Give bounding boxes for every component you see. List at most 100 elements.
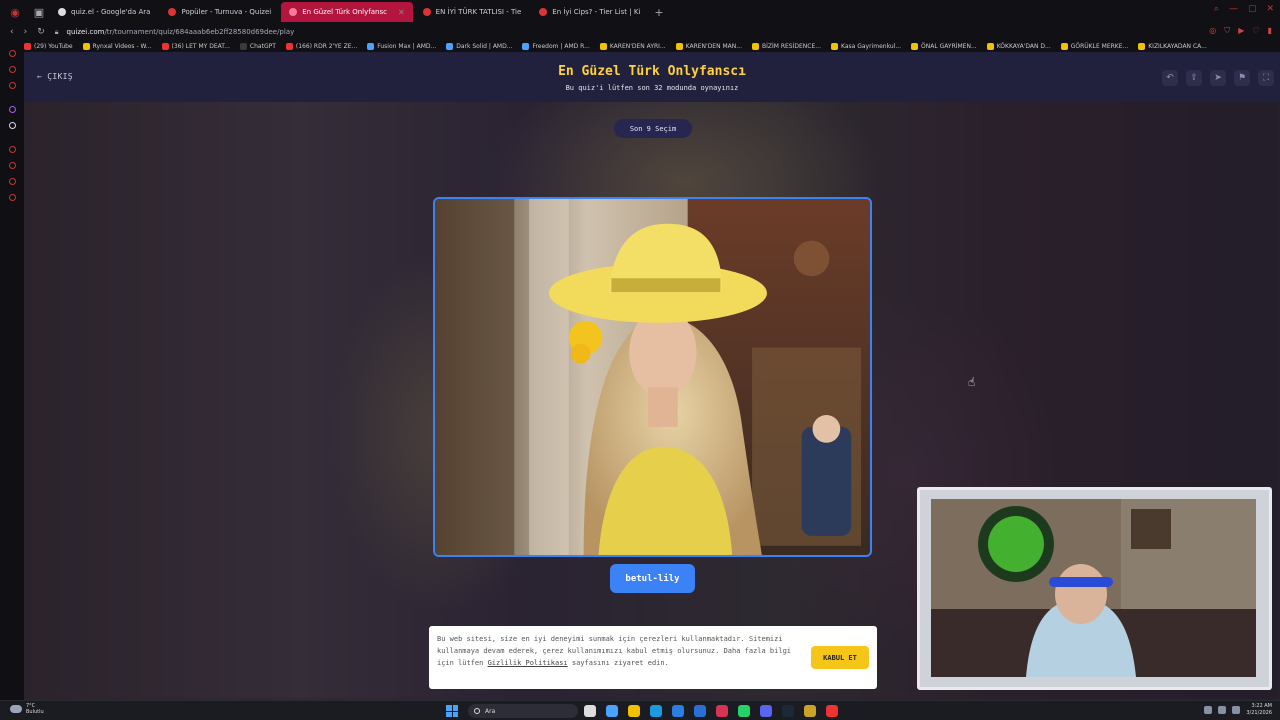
bookmarks-bar: (29) YouTube Rynxal Videos - W... (36) L… xyxy=(24,40,1280,52)
new-tab-button[interactable]: + xyxy=(654,6,663,19)
quizei-favicon-icon xyxy=(168,8,177,16)
reload-icon[interactable]: ↻ xyxy=(37,27,45,37)
copilot-icon[interactable] xyxy=(606,705,618,717)
lock-icon: 🔒︎ xyxy=(54,27,59,36)
edge-icon[interactable] xyxy=(650,705,662,717)
file-explorer-icon[interactable] xyxy=(628,705,640,717)
wifi-icon[interactable] xyxy=(1218,706,1227,714)
sidebar-app-icon[interactable] xyxy=(9,82,16,89)
sidebar-app-icon[interactable] xyxy=(9,178,16,185)
bookmark-item[interactable]: KIZILKAYADAN CA... xyxy=(1138,42,1207,50)
bookmark-favicon-icon xyxy=(911,42,919,50)
back-nav-icon[interactable]: ‹ xyxy=(10,27,14,37)
bookmark-item[interactable]: (29) YouTube xyxy=(24,42,73,50)
mail-icon[interactable] xyxy=(694,705,706,717)
tab-cips[interactable]: En İyi Cips? - Tier List | Ki xyxy=(531,2,648,22)
volume-icon[interactable] xyxy=(1232,706,1241,714)
app-icon[interactable] xyxy=(826,705,838,717)
app-icon[interactable] xyxy=(804,705,816,717)
privacy-policy-link[interactable]: Gizlilik Politikası xyxy=(488,659,568,667)
tray-chevron-icon[interactable] xyxy=(1204,706,1213,714)
task-view-icon[interactable] xyxy=(584,705,596,717)
contestant-name-button[interactable]: betul-lily xyxy=(610,564,695,593)
tab-tatli[interactable]: EN İYİ TÜRK TATLISI - Tie xyxy=(415,2,530,22)
bookmark-item[interactable]: ÖNAL GAYRİMEN... xyxy=(911,42,977,50)
bookmark-item[interactable]: KAREN'DEN AYRI... xyxy=(599,42,666,50)
x-icon[interactable] xyxy=(9,122,16,129)
search-tabs-icon[interactable]: ⌕ xyxy=(1214,4,1219,14)
system-tray: 3:22 AM 3/21/2026 xyxy=(1204,703,1272,717)
play-icon[interactable]: ▶ xyxy=(1238,26,1244,36)
minimize-icon[interactable]: — xyxy=(1229,4,1238,14)
browser-sidebar xyxy=(0,40,24,700)
camera-icon[interactable]: ◎ xyxy=(1209,26,1216,36)
forward-nav-icon[interactable]: › xyxy=(24,27,28,37)
accept-cookies-button[interactable]: KABUL ET xyxy=(811,646,869,669)
taskbar-search[interactable]: Ara xyxy=(468,704,578,718)
header-actions: ↶ ⇪ ➤ ⚑ ⛶ xyxy=(1162,70,1274,86)
bookmark-item[interactable]: Fusion Max | AMD... xyxy=(367,42,436,50)
send-icon[interactable]: ➤ xyxy=(1210,70,1226,86)
browser-tab-bar: ◉ ▣ quiz.el - Google'da Ara Popüler - Tu… xyxy=(0,0,1280,24)
shield-icon[interactable]: ⛉ xyxy=(1224,26,1230,36)
store-icon[interactable] xyxy=(672,705,684,717)
close-tab-icon[interactable]: ✕ xyxy=(398,8,405,17)
bookmark-item[interactable]: (166) RDR 2'YE ZE... xyxy=(285,42,357,50)
heart-icon[interactable]: ♡ xyxy=(1252,26,1259,36)
bookmark-item[interactable]: ChatGPT xyxy=(239,42,276,50)
bookmark-item[interactable]: Rynxal Videos - W... xyxy=(82,42,152,50)
weather-widget[interactable]: 7°C Bulutlu xyxy=(10,703,44,715)
steam-icon[interactable] xyxy=(782,705,794,717)
settings-icon[interactable] xyxy=(9,194,16,201)
tab-populer[interactable]: Popüler - Turnuva - Quizei xyxy=(160,2,279,22)
bookmark-item[interactable]: Freedom | AMD R... xyxy=(522,42,590,50)
wallet-icon[interactable]: ▮ xyxy=(1268,26,1272,36)
bookmark-item[interactable]: GÖRÜKLE MERKE... xyxy=(1060,42,1128,50)
windows-start-icon[interactable] xyxy=(446,705,458,717)
maximize-icon[interactable]: ▢ xyxy=(1248,4,1257,14)
close-window-icon[interactable]: ✕ xyxy=(1266,4,1274,14)
fullscreen-icon[interactable]: ⛶ xyxy=(1258,70,1274,86)
sidebar-app-icon[interactable] xyxy=(9,66,16,73)
url-field[interactable]: quizei.com/tr/tournament/quiz/684aaab6eb… xyxy=(67,28,295,36)
tab-google[interactable]: quiz.el - Google'da Ara xyxy=(50,2,158,22)
share-icon[interactable]: ⇪ xyxy=(1186,70,1202,86)
opera-gx-icon[interactable] xyxy=(716,705,728,717)
bookmark-item[interactable]: KÖKKAYA'DAN D... xyxy=(986,42,1051,50)
discord-icon[interactable] xyxy=(760,705,772,717)
twitch-icon[interactable] xyxy=(9,106,16,113)
bookmark-favicon-icon xyxy=(831,42,838,50)
bookmark-item[interactable]: KAREN'DEN MAN... xyxy=(675,42,742,50)
sidebar-app-icon[interactable] xyxy=(9,146,16,153)
browser-menu-icon[interactable]: ◉ xyxy=(6,3,24,21)
tab-current-quiz[interactable]: En Güzel Türk Onlyfansc ✕ xyxy=(281,2,413,22)
cookie-banner: Bu web sitesi, size en iyi deneyimi sunm… xyxy=(429,626,877,689)
sidebar-app-icon[interactable] xyxy=(9,162,16,169)
bookmark-item[interactable]: Kasa Gayrimenkul... xyxy=(831,42,901,50)
workspaces-icon[interactable]: ▣ xyxy=(30,3,48,21)
contestant-photo xyxy=(435,199,870,555)
bookmark-favicon-icon xyxy=(752,42,759,50)
sidebar-app-icon[interactable] xyxy=(9,50,16,57)
bookmark-item[interactable]: (36) LET MY DEAT... xyxy=(161,42,230,50)
bookmark-favicon-icon xyxy=(82,42,90,50)
undo-icon[interactable]: ↶ xyxy=(1162,70,1178,86)
bookmark-favicon-icon xyxy=(599,42,607,50)
webcam-overlay xyxy=(917,487,1272,690)
bookmark-item[interactable]: BİZİM RESİDENCE... xyxy=(752,42,821,50)
quiz-header: ← ÇIKIŞ En Güzel Türk Onlyfanscı Bu quiz… xyxy=(24,52,1280,102)
flag-icon[interactable]: ⚑ xyxy=(1234,70,1250,86)
chatgpt-icon xyxy=(239,42,247,50)
quizei-favicon-icon xyxy=(422,8,431,16)
clock[interactable]: 3:22 AM 3/21/2026 xyxy=(1246,703,1272,717)
youtube-icon xyxy=(285,42,293,50)
mouse-cursor-icon: ☝ xyxy=(968,375,976,389)
bookmark-item[interactable]: Dark Solid | AMD... xyxy=(446,42,512,50)
whatsapp-icon[interactable] xyxy=(738,705,750,717)
contestant-image-card[interactable] xyxy=(433,197,872,557)
bookmark-favicon-icon xyxy=(367,42,375,50)
cookie-text: Bu web sitesi, size en iyi deneyimi sunm… xyxy=(437,635,792,667)
search-icon xyxy=(474,708,480,714)
quiz-title: En Güzel Türk Onlyfanscı xyxy=(558,64,746,79)
youtube-icon xyxy=(24,42,31,50)
